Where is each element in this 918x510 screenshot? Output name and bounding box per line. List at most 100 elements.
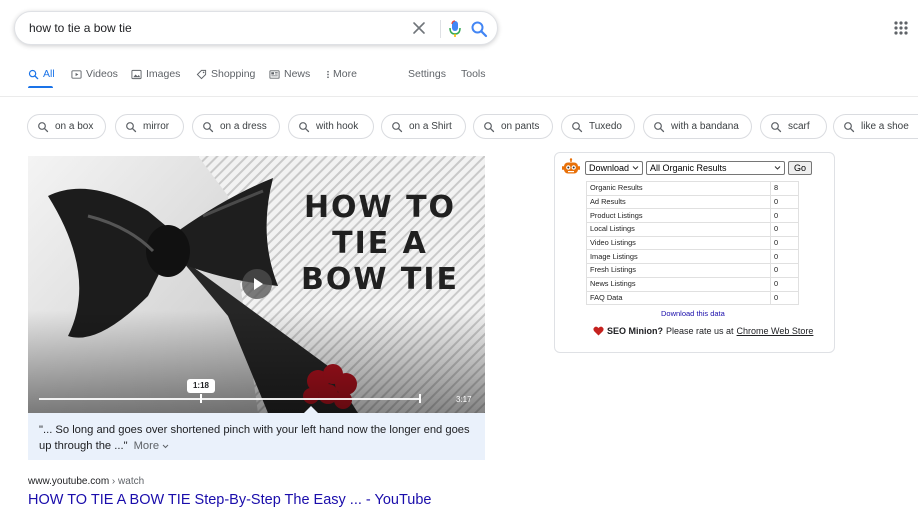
- chip-label: with a bandana: [671, 121, 739, 132]
- search-icon: [28, 69, 39, 79]
- chip-label: on pants: [501, 121, 540, 132]
- chip-label: on a box: [55, 121, 94, 132]
- video-timeline[interactable]: [39, 398, 420, 400]
- tabs-divider: [0, 96, 918, 97]
- row-label: FAQ Data: [586, 290, 771, 306]
- clear-icon[interactable]: [410, 19, 428, 37]
- tab-all[interactable]: All: [28, 66, 55, 82]
- video-icon: [71, 69, 82, 79]
- seo-table-row: Local Listings 0: [586, 222, 799, 237]
- rate-us-line: SEO Minion? Please rate us at Chrome Web…: [593, 326, 813, 336]
- seo-minion-panel: Download All Organic Results Go Organic …: [554, 152, 835, 353]
- search-icon: [771, 121, 782, 132]
- action-select[interactable]: Download: [585, 161, 643, 175]
- row-label: Video Listings: [586, 235, 771, 251]
- chip-label: on a dress: [220, 121, 267, 132]
- chip-like-a-shoe[interactable]: like a shoe: [833, 114, 918, 139]
- play-icon: [254, 278, 263, 290]
- snippet-text: "... So long and goes over shortened pin…: [39, 424, 470, 452]
- heart-icon: [593, 326, 604, 336]
- seo-table-row: Ad Results 0: [586, 194, 799, 210]
- chip-on-a-dress[interactable]: on a dress: [192, 114, 280, 139]
- filter-select[interactable]: All Organic Results: [646, 161, 785, 175]
- row-label: News Listings: [586, 276, 771, 292]
- chip-mirror[interactable]: mirror: [115, 114, 184, 139]
- result-title-link[interactable]: HOW TO TIE A BOW TIE Step-By-Step The Ea…: [28, 492, 432, 508]
- go-button[interactable]: Go: [788, 161, 812, 175]
- seo-minion-brand: SEO Minion?: [607, 326, 663, 336]
- row-value: 0: [770, 249, 799, 265]
- action-select-value: Download: [589, 163, 630, 173]
- seo-table-row: Product Listings 0: [586, 208, 799, 224]
- result-url: www.youtube.com › watch: [28, 476, 144, 487]
- seo-minion-robot-icon: [562, 158, 580, 174]
- tab-videos[interactable]: Videos: [71, 66, 118, 82]
- timeline-marker[interactable]: [200, 394, 202, 403]
- search-input[interactable]: how to tie a bow tie: [29, 21, 132, 35]
- apps-grid-icon[interactable]: [893, 20, 909, 36]
- tab-label: Videos: [86, 68, 118, 80]
- row-value: 0: [770, 290, 799, 306]
- chip-tuxedo[interactable]: Tuxedo: [561, 114, 635, 139]
- search-icon: [392, 121, 403, 132]
- tab-label: Shopping: [211, 68, 256, 80]
- chip-label: on a Shirt: [409, 121, 452, 132]
- chrome-web-store-link[interactable]: Chrome Web Store: [737, 326, 814, 336]
- row-value: 0: [770, 194, 799, 210]
- chip-with-a-bandana[interactable]: with a bandana: [643, 114, 752, 139]
- row-label: Local Listings: [586, 222, 771, 237]
- seo-table-row: Video Listings 0: [586, 235, 799, 251]
- tab-label: Images: [146, 68, 181, 80]
- overlay-line: BOW TIE: [300, 262, 460, 297]
- tab-shopping[interactable]: Shopping: [196, 66, 255, 82]
- row-value: 0: [770, 222, 799, 237]
- search-icon: [203, 121, 214, 132]
- tab-tools[interactable]: Tools: [461, 66, 486, 82]
- chip-on-pants[interactable]: on pants: [473, 114, 553, 139]
- more-button[interactable]: More: [134, 440, 170, 452]
- search-icon: [844, 121, 855, 132]
- seo-table-row: FAQ Data 0: [586, 290, 799, 306]
- chip-with-hook[interactable]: with hook: [288, 114, 374, 139]
- tab-images[interactable]: Images: [131, 66, 180, 82]
- seo-table-row: Image Listings 0: [586, 249, 799, 265]
- search-icon[interactable]: [469, 19, 489, 39]
- microphone-icon[interactable]: [445, 18, 465, 40]
- tab-news[interactable]: News: [269, 66, 310, 82]
- chip-label: Tuxedo: [589, 121, 622, 132]
- chip-scarf[interactable]: scarf: [760, 114, 827, 139]
- search-divider: [440, 20, 441, 38]
- chip-on-a-shirt[interactable]: on a Shirt: [381, 114, 466, 139]
- tab-label: News: [284, 68, 311, 80]
- overlay-line: TIE A: [332, 226, 428, 261]
- row-value: 0: [770, 263, 799, 278]
- snippet-pointer: [304, 406, 318, 413]
- search-icon: [572, 121, 583, 132]
- chip-label: with hook: [316, 121, 359, 132]
- row-label: Image Listings: [586, 249, 771, 265]
- more-vert-icon: [327, 70, 329, 78]
- tab-settings[interactable]: Settings: [408, 66, 446, 82]
- tab-label: Settings: [408, 68, 446, 80]
- result-site: www.youtube.com: [28, 476, 110, 487]
- play-button[interactable]: [242, 269, 272, 299]
- current-time-badge: 1:18: [187, 379, 215, 393]
- timeline-end-marker: [419, 394, 421, 403]
- chip-label: like a shoe: [861, 121, 909, 132]
- search-icon: [126, 121, 137, 132]
- tag-icon: [196, 69, 207, 79]
- search-icon: [38, 121, 49, 132]
- seo-table-row: News Listings 0: [586, 276, 799, 292]
- seo-table-row: Organic Results 8: [586, 181, 799, 196]
- news-icon: [269, 69, 280, 79]
- row-value: 0: [770, 208, 799, 224]
- row-label: Fresh Listings: [586, 263, 771, 278]
- search-results-page: how to tie a bow tie All Videos Images S…: [0, 0, 918, 510]
- video-thumbnail[interactable]: HOW TO TIE A BOW TIE 1:18 3:17: [28, 156, 485, 413]
- download-data-link[interactable]: Download this data: [661, 309, 725, 318]
- chip-label: mirror: [143, 121, 170, 132]
- chevron-down-icon: [632, 166, 639, 170]
- chip-on-a-box[interactable]: on a box: [27, 114, 106, 139]
- search-box[interactable]: how to tie a bow tie: [14, 11, 498, 45]
- tab-more[interactable]: More: [325, 66, 357, 82]
